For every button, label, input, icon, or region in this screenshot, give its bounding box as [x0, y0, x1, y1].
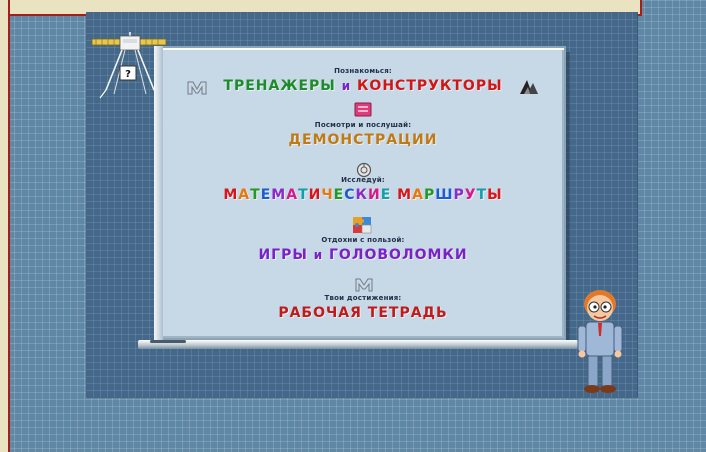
- menu-label-trainers: Познакомься:: [334, 67, 392, 75]
- menu-title-routes[interactable]: МАТЕМАТИЧЕСКИЕ МАРШРУТЫ: [223, 187, 502, 203]
- title-and: и: [341, 79, 352, 93]
- notebook-icon: [355, 278, 373, 292]
- menu-title-trainers[interactable]: ТРЕНАЖЕРЫ и КОНСТРУКТОРЫ: [223, 78, 502, 94]
- menu-item-games[interactable]: Отдохни с пользой: ИГРЫ и ГОЛОВОЛОМКИ: [168, 236, 558, 263]
- title-trainers[interactable]: ТРЕНАЖЕРЫ: [223, 78, 335, 94]
- puzzle-icon: [353, 217, 372, 234]
- question-mark: ?: [125, 69, 131, 80]
- menu-item-routes[interactable]: Исследуй: МАТЕМАТИЧЕСКИЕ МАРШРУТЫ: [168, 176, 558, 203]
- speaker-icon: [354, 102, 372, 117]
- tray-pen: [150, 340, 186, 343]
- menu-label-routes: Исследуй:: [341, 176, 385, 184]
- menu-title-games[interactable]: ИГРЫ и ГОЛОВОЛОМКИ: [258, 247, 467, 263]
- menu-item-trainers[interactable]: Познакомься: ТРЕНАЖЕРЫ и КОНСТРУКТОРЫ: [168, 67, 558, 94]
- title-constructors[interactable]: КОНСТРУКТОРЫ: [357, 78, 503, 94]
- menu-label-demos: Посмотри и послушай:: [314, 121, 412, 129]
- menu-item-demos[interactable]: Посмотри и послушай: ДЕМОНСТРАЦИИ: [168, 121, 558, 148]
- menu-item-workbook[interactable]: Твои достижения: РАБОЧАЯ ТЕТРАДЬ: [168, 294, 558, 321]
- board-tray: [138, 340, 578, 349]
- title-puzzles[interactable]: ГОЛОВОЛОМКИ: [329, 247, 468, 263]
- question-icon[interactable]: ?: [119, 65, 137, 81]
- board-edge: [154, 46, 163, 340]
- page: ? Познакомься: ТРЕНАЖЕРЫ и КОНСТРУКТОРЫ …: [0, 0, 706, 452]
- left-frame: [0, 0, 10, 452]
- boy-character-icon[interactable]: [572, 286, 628, 398]
- menu-label-games: Отдохни с пользой:: [321, 236, 405, 244]
- menu-title-workbook[interactable]: РАБОЧАЯ ТЕТРАДЬ: [278, 305, 447, 321]
- menu-label-workbook: Твои достижения:: [324, 294, 402, 302]
- title-games[interactable]: ИГРЫ: [258, 247, 307, 263]
- title-and: и: [313, 248, 324, 262]
- menu-title-demos[interactable]: ДЕМОНСТРАЦИИ: [289, 132, 438, 148]
